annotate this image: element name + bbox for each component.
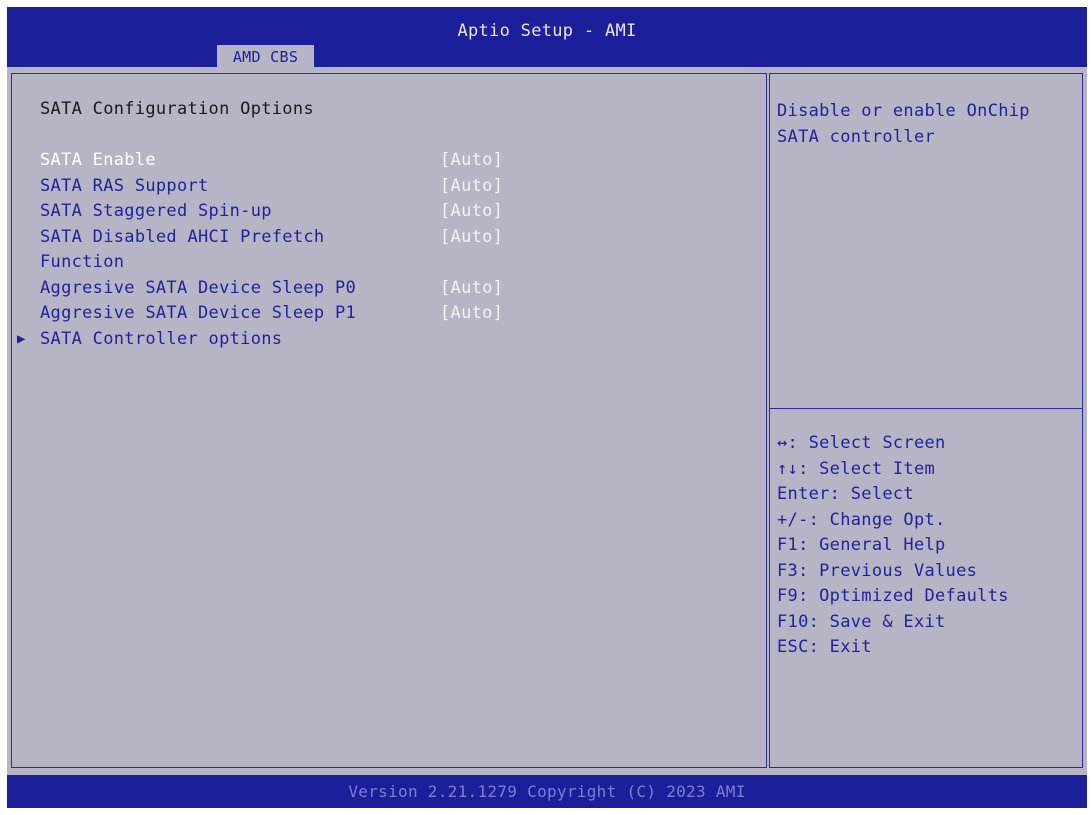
option-sata-ras-support-value[interactable]: [Auto] — [440, 176, 503, 196]
option-sata-enable-value[interactable]: [Auto] — [440, 150, 503, 170]
help-description: Disable or enable OnChip SATA controller — [777, 101, 1030, 147]
key-hint-optimized-defaults: F9: Optimized Defaults — [777, 586, 1009, 606]
help-pane: Disable or enable OnChip SATA controller… — [769, 73, 1083, 768]
options-pane: SATA Configuration Options SATA Enable [… — [11, 73, 767, 768]
main-area: SATA Configuration Options SATA Enable [… — [7, 67, 1087, 775]
option-sata-staggered-spin-up[interactable]: SATA Staggered Spin-up — [40, 201, 272, 221]
option-device-sleep-p1-value[interactable]: [Auto] — [440, 303, 503, 323]
header-bar: Aptio Setup - AMI AMD CBS — [7, 7, 1087, 67]
key-hint-exit: ESC: Exit — [777, 637, 872, 657]
key-hint-enter: Enter: Select — [777, 484, 914, 504]
option-device-sleep-p1[interactable]: Aggresive SATA Device Sleep P1 — [40, 303, 356, 323]
key-hint-previous-values: F3: Previous Values — [777, 560, 978, 581]
submenu-arrow-icon: ▶ — [17, 331, 26, 347]
key-hint-change-opt: +/-: Change Opt. — [777, 509, 946, 530]
option-device-sleep-p0[interactable]: Aggresive SATA Device Sleep P0 — [40, 278, 356, 298]
option-sata-disabled-ahci-prefetch-line2[interactable]: Function — [40, 252, 124, 272]
key-hint-select-item: ↑↓: Select Item — [777, 458, 936, 479]
help-divider — [770, 408, 1082, 409]
footer-version: Version 2.21.1279 Copyright (C) 2023 AMI — [7, 775, 1087, 808]
key-hint-select-screen: ↔: Select Screen — [777, 433, 946, 453]
option-sata-disabled-ahci-prefetch[interactable]: SATA Disabled AHCI Prefetch — [40, 227, 324, 247]
option-sata-staggered-spin-up-value[interactable]: [Auto] — [440, 201, 503, 221]
section-title: SATA Configuration Options — [40, 99, 314, 119]
option-sata-enable[interactable]: SATA Enable — [40, 150, 156, 170]
submenu-sata-controller-options[interactable]: SATA Controller options — [40, 329, 282, 349]
option-sata-ras-support[interactable]: SATA RAS Support — [40, 176, 209, 196]
option-device-sleep-p0-value[interactable]: [Auto] — [440, 278, 503, 298]
key-hint-save-exit: F10: Save & Exit — [777, 611, 946, 632]
option-sata-disabled-ahci-prefetch-value[interactable]: [Auto] — [440, 227, 503, 247]
tab-amd-cbs[interactable]: AMD CBS — [217, 45, 314, 67]
key-hint-general-help: F1: General Help — [777, 535, 946, 555]
key-legend: ↔: Select Screen ↑↓: Select Item Enter: … — [777, 431, 1009, 661]
app-title: Aptio Setup - AMI — [457, 21, 637, 41]
